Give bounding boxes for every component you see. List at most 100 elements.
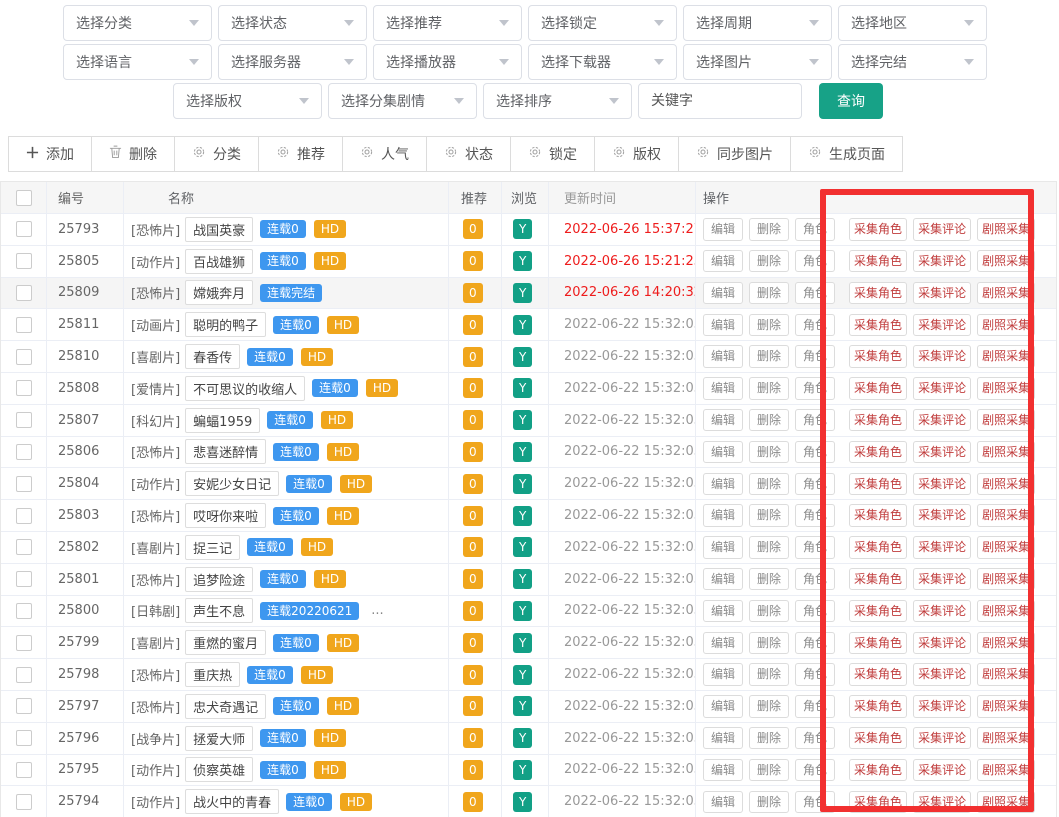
row-action-编辑[interactable]: 编辑 xyxy=(703,695,743,717)
row-checkbox[interactable] xyxy=(16,539,32,555)
row-action-删除[interactable]: 删除 xyxy=(749,759,789,781)
recommend-badge[interactable]: 0 xyxy=(463,283,483,303)
row-title[interactable]: 重庆热 xyxy=(185,662,240,687)
row-action-采集角色[interactable]: 采集角色 xyxy=(849,409,907,431)
row-action-采集评论[interactable]: 采集评论 xyxy=(913,504,971,526)
row-action-剧照采集[interactable]: 剧照采集 xyxy=(977,441,1035,463)
row-checkbox[interactable] xyxy=(16,508,32,524)
filter-dropdown[interactable]: 选择分集剧情 xyxy=(328,83,477,119)
views-badge[interactable]: Y xyxy=(513,219,532,239)
toolbar-button-分类[interactable]: 分类 xyxy=(175,137,259,171)
recommend-badge[interactable]: 0 xyxy=(463,219,483,239)
row-action-采集评论[interactable]: 采集评论 xyxy=(913,600,971,622)
filter-dropdown[interactable]: 选择状态 xyxy=(218,5,367,41)
row-action-采集角色[interactable]: 采集角色 xyxy=(849,663,907,685)
row-action-采集评论[interactable]: 采集评论 xyxy=(913,791,971,813)
row-action-采集角色[interactable]: 采集角色 xyxy=(849,695,907,717)
row-action-编辑[interactable]: 编辑 xyxy=(703,218,743,240)
recommend-badge[interactable]: 0 xyxy=(463,728,483,748)
row-action-角色[interactable]: 角色 xyxy=(795,791,835,813)
row-action-编辑[interactable]: 编辑 xyxy=(703,600,743,622)
row-checkbox[interactable] xyxy=(16,603,32,619)
row-action-角色[interactable]: 角色 xyxy=(795,250,835,272)
row-action-采集评论[interactable]: 采集评论 xyxy=(913,759,971,781)
row-action-删除[interactable]: 删除 xyxy=(749,314,789,336)
recommend-badge[interactable]: 0 xyxy=(463,315,483,335)
row-title[interactable]: 聪明的鸭子 xyxy=(185,312,266,337)
recommend-badge[interactable]: 0 xyxy=(463,760,483,780)
filter-dropdown[interactable]: 选择分类 xyxy=(63,5,212,41)
row-action-采集角色[interactable]: 采集角色 xyxy=(849,250,907,272)
recommend-badge[interactable]: 0 xyxy=(463,633,483,653)
row-action-剧照采集[interactable]: 剧照采集 xyxy=(977,218,1035,240)
row-action-采集角色[interactable]: 采集角色 xyxy=(849,568,907,590)
toolbar-button-推荐[interactable]: 推荐 xyxy=(259,137,343,171)
row-action-采集评论[interactable]: 采集评论 xyxy=(913,377,971,399)
filter-dropdown[interactable]: 选择版权 xyxy=(173,83,322,119)
row-checkbox[interactable] xyxy=(16,635,32,651)
row-title[interactable]: 侦察英雄 xyxy=(185,757,253,782)
row-action-编辑[interactable]: 编辑 xyxy=(703,441,743,463)
row-checkbox[interactable] xyxy=(16,476,32,492)
recommend-badge[interactable]: 0 xyxy=(463,474,483,494)
recommend-badge[interactable]: 0 xyxy=(463,251,483,271)
row-action-编辑[interactable]: 编辑 xyxy=(703,727,743,749)
views-badge[interactable]: Y xyxy=(513,569,532,589)
row-action-角色[interactable]: 角色 xyxy=(795,314,835,336)
row-action-采集角色[interactable]: 采集角色 xyxy=(849,314,907,336)
row-title[interactable]: 忠犬奇遇记 xyxy=(185,694,266,719)
toolbar-button-锁定[interactable]: 锁定 xyxy=(511,137,595,171)
row-action-剧照采集[interactable]: 剧照采集 xyxy=(977,695,1035,717)
views-badge[interactable]: Y xyxy=(513,506,532,526)
row-action-角色[interactable]: 角色 xyxy=(795,632,835,654)
row-action-剧照采集[interactable]: 剧照采集 xyxy=(977,568,1035,590)
row-action-编辑[interactable]: 编辑 xyxy=(703,759,743,781)
row-action-角色[interactable]: 角色 xyxy=(795,536,835,558)
row-action-删除[interactable]: 删除 xyxy=(749,600,789,622)
row-action-采集评论[interactable]: 采集评论 xyxy=(913,409,971,431)
recommend-badge[interactable]: 0 xyxy=(463,442,483,462)
row-action-角色[interactable]: 角色 xyxy=(795,441,835,463)
row-title[interactable]: 战国英豪 xyxy=(185,217,253,242)
row-action-剧照采集[interactable]: 剧照采集 xyxy=(977,791,1035,813)
row-action-剧照采集[interactable]: 剧照采集 xyxy=(977,314,1035,336)
row-action-编辑[interactable]: 编辑 xyxy=(703,536,743,558)
row-action-剧照采集[interactable]: 剧照采集 xyxy=(977,600,1035,622)
toolbar-button-同步图片[interactable]: 同步图片 xyxy=(679,137,791,171)
row-action-删除[interactable]: 删除 xyxy=(749,663,789,685)
views-badge[interactable]: Y xyxy=(513,283,532,303)
row-action-角色[interactable]: 角色 xyxy=(795,218,835,240)
row-action-编辑[interactable]: 编辑 xyxy=(703,568,743,590)
row-checkbox[interactable] xyxy=(16,762,32,778)
toolbar-button-人气[interactable]: 人气 xyxy=(343,137,427,171)
recommend-badge[interactable]: 0 xyxy=(463,696,483,716)
row-action-采集角色[interactable]: 采集角色 xyxy=(849,218,907,240)
row-action-编辑[interactable]: 编辑 xyxy=(703,345,743,367)
row-action-采集评论[interactable]: 采集评论 xyxy=(913,345,971,367)
row-action-采集评论[interactable]: 采集评论 xyxy=(913,568,971,590)
row-action-删除[interactable]: 删除 xyxy=(749,250,789,272)
row-checkbox[interactable] xyxy=(16,349,32,365)
row-action-删除[interactable]: 删除 xyxy=(749,345,789,367)
row-action-剧照采集[interactable]: 剧照采集 xyxy=(977,345,1035,367)
row-action-采集评论[interactable]: 采集评论 xyxy=(913,663,971,685)
row-action-删除[interactable]: 删除 xyxy=(749,727,789,749)
row-checkbox[interactable] xyxy=(16,571,32,587)
row-action-删除[interactable]: 删除 xyxy=(749,282,789,304)
views-badge[interactable]: Y xyxy=(513,665,532,685)
row-action-删除[interactable]: 删除 xyxy=(749,441,789,463)
row-action-角色[interactable]: 角色 xyxy=(795,663,835,685)
row-title[interactable]: 战火中的青春 xyxy=(185,789,279,814)
row-action-编辑[interactable]: 编辑 xyxy=(703,409,743,431)
views-badge[interactable]: Y xyxy=(513,474,532,494)
views-badge[interactable]: Y xyxy=(513,537,532,557)
row-checkbox[interactable] xyxy=(16,667,32,683)
toolbar-button-生成页面[interactable]: 生成页面 xyxy=(791,137,902,171)
row-action-角色[interactable]: 角色 xyxy=(795,473,835,495)
recommend-badge[interactable]: 0 xyxy=(463,792,483,812)
row-action-删除[interactable]: 删除 xyxy=(749,218,789,240)
row-action-编辑[interactable]: 编辑 xyxy=(703,791,743,813)
row-action-采集评论[interactable]: 采集评论 xyxy=(913,632,971,654)
row-title[interactable]: 百战雄狮 xyxy=(185,249,253,274)
toolbar-button-删除[interactable]: 删除 xyxy=(92,137,175,171)
